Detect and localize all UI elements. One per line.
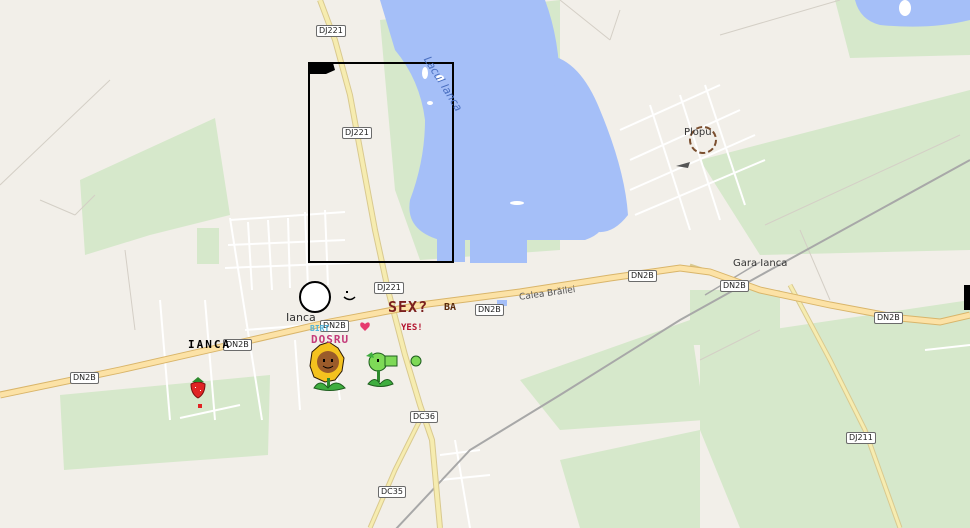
field-area xyxy=(60,375,270,470)
peashooter-sprite xyxy=(366,352,398,387)
field-area xyxy=(560,430,700,528)
road-shield-dn2b: DN2B xyxy=(475,304,504,316)
road-shield-dj221: DJ221 xyxy=(342,127,372,139)
overlay-text-ianca: IANCA xyxy=(188,338,232,351)
road-shield-dn2b: DN2B xyxy=(874,312,903,324)
field-area xyxy=(700,90,970,255)
pea-sprite xyxy=(410,355,422,367)
overlay-text-yes: YES! xyxy=(401,323,423,333)
overlay-block xyxy=(309,63,335,74)
road-shield-dn2b: DN2B xyxy=(70,372,99,384)
road-shield-dn2b: DN2B xyxy=(628,270,657,282)
road-shield-dc35: DC35 xyxy=(378,486,406,498)
overlay-circle xyxy=(299,281,331,313)
overlay-text-dosru: DOSRU xyxy=(311,333,350,346)
road-shield-dj221: DJ221 xyxy=(316,25,346,37)
sunflower-sprite xyxy=(309,341,346,391)
pond xyxy=(470,233,527,263)
park xyxy=(197,228,219,264)
overlay-text-ba: BA xyxy=(444,302,457,313)
island xyxy=(510,201,524,205)
smiley xyxy=(343,291,356,301)
place-label-town[interactable]: Ianca xyxy=(286,311,316,324)
pond xyxy=(437,238,465,262)
map-canvas[interactable]: DJ221 DJ221 DJ221 DN2B DN2B DN2B DN2B DN… xyxy=(0,0,970,528)
island xyxy=(427,101,433,105)
park xyxy=(690,290,780,345)
field-area xyxy=(520,320,705,430)
road-shield-dj221: DJ221 xyxy=(374,282,404,294)
island xyxy=(899,0,911,16)
heart-icon xyxy=(360,322,370,331)
road-shield-dn2b: DN2B xyxy=(720,280,749,292)
road-shield-dj211: DJ211 xyxy=(846,432,876,444)
place-label-village[interactable]: Plopu xyxy=(684,127,712,138)
edge-mark xyxy=(964,285,970,310)
place-label-station[interactable]: Gara Ianca xyxy=(733,258,787,269)
overlay-text-sexy: SEX? xyxy=(388,298,429,316)
overlay-text-blue: BIRT xyxy=(310,324,330,333)
map-layer xyxy=(0,0,970,528)
road-shield-dc36: DC36 xyxy=(410,411,438,423)
